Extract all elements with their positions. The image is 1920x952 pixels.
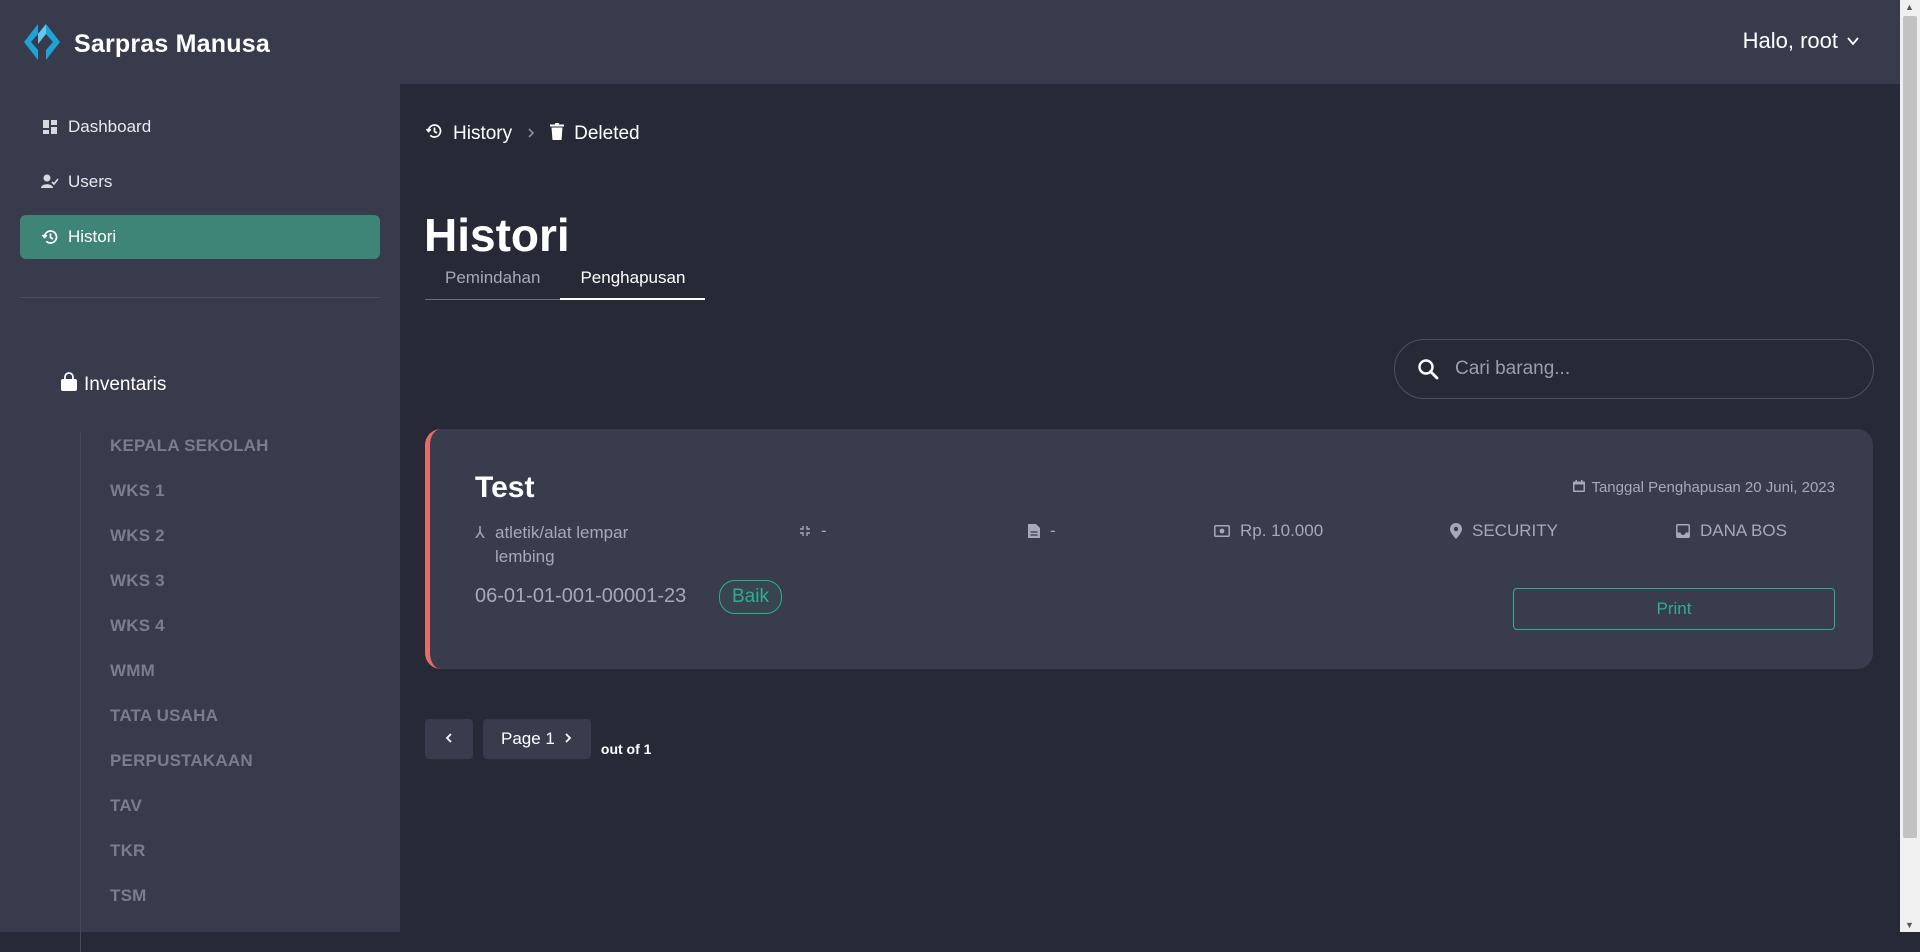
pagination: Page 1 out of 1 (425, 719, 651, 759)
user-menu[interactable]: Halo, root (1743, 28, 1860, 54)
sidebar-divider (20, 297, 380, 298)
item-price: Rp. 10.000 (1214, 521, 1323, 541)
history-icon (40, 227, 60, 247)
breadcrumb-label: History (453, 123, 513, 144)
deleted-date: Tanggal Penghapusan 20 Juni, 2023 (1573, 479, 1835, 496)
search-input[interactable] (1453, 357, 1837, 381)
sidebar-item-histori[interactable]: Histori (20, 215, 380, 259)
location-pin-icon (1450, 523, 1462, 539)
inventory-item[interactable]: WKS 1 (110, 481, 165, 501)
search-box (1394, 339, 1874, 399)
inventory-item[interactable]: WKS 4 (110, 616, 165, 636)
page-title: Histori (424, 209, 570, 261)
sidebar-item-dashboard[interactable]: Dashboard (20, 105, 380, 149)
sidebar: Dashboard Users Histori Inventaris KEPAL… (0, 84, 400, 952)
sidebar-item-label: Histori (68, 227, 117, 246)
history-icon (425, 122, 443, 146)
breadcrumb-deleted[interactable]: Deleted (550, 122, 640, 146)
sidebar-item-users[interactable]: Users (20, 160, 380, 204)
item-category: atletik/alat lempar lembing (475, 521, 665, 569)
sidebar-item-label: Users (68, 172, 113, 191)
inventory-title-label: Inventaris (84, 374, 167, 395)
deleted-item-card: Test Tanggal Penghapusan 20 Juni, 2023 a… (425, 429, 1873, 669)
condition-badge: Baik (719, 580, 782, 614)
inventory-item[interactable]: WKS 3 (110, 571, 165, 591)
inventory-item[interactable]: PERPUSTAKAAN (110, 751, 253, 771)
sidebar-item-label: Dashboard (68, 117, 152, 136)
chevron-right-icon (526, 123, 536, 145)
page-total: out of 1 (600, 741, 652, 757)
item-document-text: - (1050, 521, 1056, 540)
top-bar: Sarpras Manusa Halo, root (0, 0, 1900, 84)
inventory-tree-line (80, 432, 81, 952)
money-icon (1214, 525, 1230, 537)
item-price-text: Rp. 10.000 (1240, 521, 1324, 540)
scroll-down-arrow-icon[interactable]: ▼ (1905, 920, 1914, 930)
item-size-text: - (821, 521, 827, 540)
breadcrumb-label: Deleted (574, 123, 640, 144)
inventory-item[interactable]: KEPALA SEKOLAH (110, 436, 269, 456)
page-scrollbar[interactable]: ▲ ▼ (1900, 0, 1920, 932)
dashboard-icon (40, 117, 60, 137)
inventory-item[interactable]: TSM (110, 886, 146, 906)
item-location-text: SECURITY (1472, 521, 1558, 540)
user-greeting: Halo, root (1742, 28, 1838, 53)
chevron-down-icon (1846, 28, 1860, 54)
user-check-icon (40, 172, 60, 192)
item-location: SECURITY (1450, 521, 1558, 541)
item-category-text: atletik/alat lempar lembing (495, 523, 629, 566)
scroll-up-arrow-icon[interactable]: ▲ (1905, 2, 1914, 12)
item-fund-source: DANA BOS (1676, 521, 1787, 541)
next-page-button[interactable]: Page 1 (483, 719, 591, 759)
breadcrumb: History Deleted (425, 122, 640, 146)
inventory-item[interactable]: TKR (110, 841, 146, 861)
previous-page-button[interactable] (425, 719, 473, 759)
tab-penghapusan[interactable]: Penghapusan (560, 264, 706, 300)
inventory-item[interactable]: TATA USAHA (110, 706, 218, 726)
app-name: Sarpras Manusa (74, 30, 270, 58)
inventory-item[interactable]: TAV (110, 796, 142, 816)
page-label: Page 1 (501, 729, 555, 748)
tab-bar: Pemindahan Penghapusan (425, 264, 706, 300)
category-icon (475, 526, 485, 538)
item-name: Test (475, 471, 535, 504)
logo-icon (22, 22, 62, 67)
scrollbar-thumb[interactable] (1903, 16, 1917, 838)
search-icon (1417, 358, 1439, 380)
item-document: - (1028, 521, 1056, 541)
inbox-icon (1676, 524, 1690, 538)
inventory-title: Inventaris (60, 372, 166, 398)
deleted-date-text: Tanggal Penghapusan 20 Juni, 2023 (1591, 479, 1835, 496)
calendar-icon (1573, 479, 1586, 496)
print-button[interactable]: Print (1513, 588, 1835, 630)
shopping-bag-icon (60, 372, 78, 398)
chevron-left-icon (444, 729, 454, 749)
item-code: 06-01-01-001-00001-23 (475, 585, 687, 607)
document-icon (1028, 524, 1040, 538)
collapse-icon (799, 525, 811, 537)
tab-pemindahan[interactable]: Pemindahan (425, 264, 561, 300)
item-size: - (799, 521, 827, 541)
item-fund-source-text: DANA BOS (1700, 521, 1787, 540)
inventory-item[interactable]: WKS 2 (110, 526, 165, 546)
chevron-right-icon (563, 729, 573, 749)
trash-icon (550, 122, 565, 146)
inventory-item[interactable]: WMM (110, 661, 155, 681)
brand[interactable]: Sarpras Manusa (22, 22, 270, 67)
breadcrumb-history[interactable]: History (425, 122, 512, 146)
